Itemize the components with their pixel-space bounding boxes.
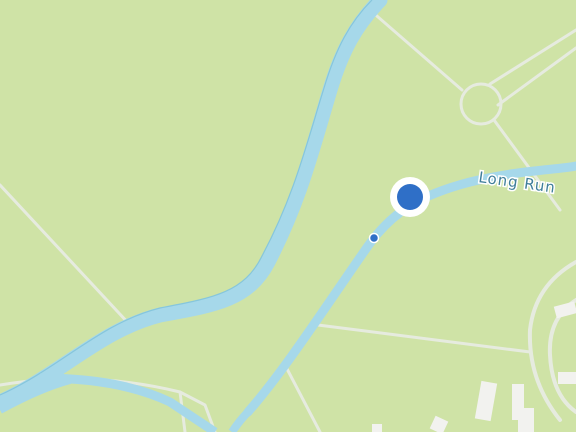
current-location-marker[interactable] [390, 177, 430, 217]
building [372, 424, 382, 432]
map-view[interactable]: Long Run [0, 0, 576, 432]
small-point-marker[interactable] [368, 232, 380, 244]
building [518, 408, 534, 432]
location-dot [397, 184, 423, 210]
building [558, 372, 576, 384]
map-canvas[interactable]: Long Run [0, 0, 576, 432]
